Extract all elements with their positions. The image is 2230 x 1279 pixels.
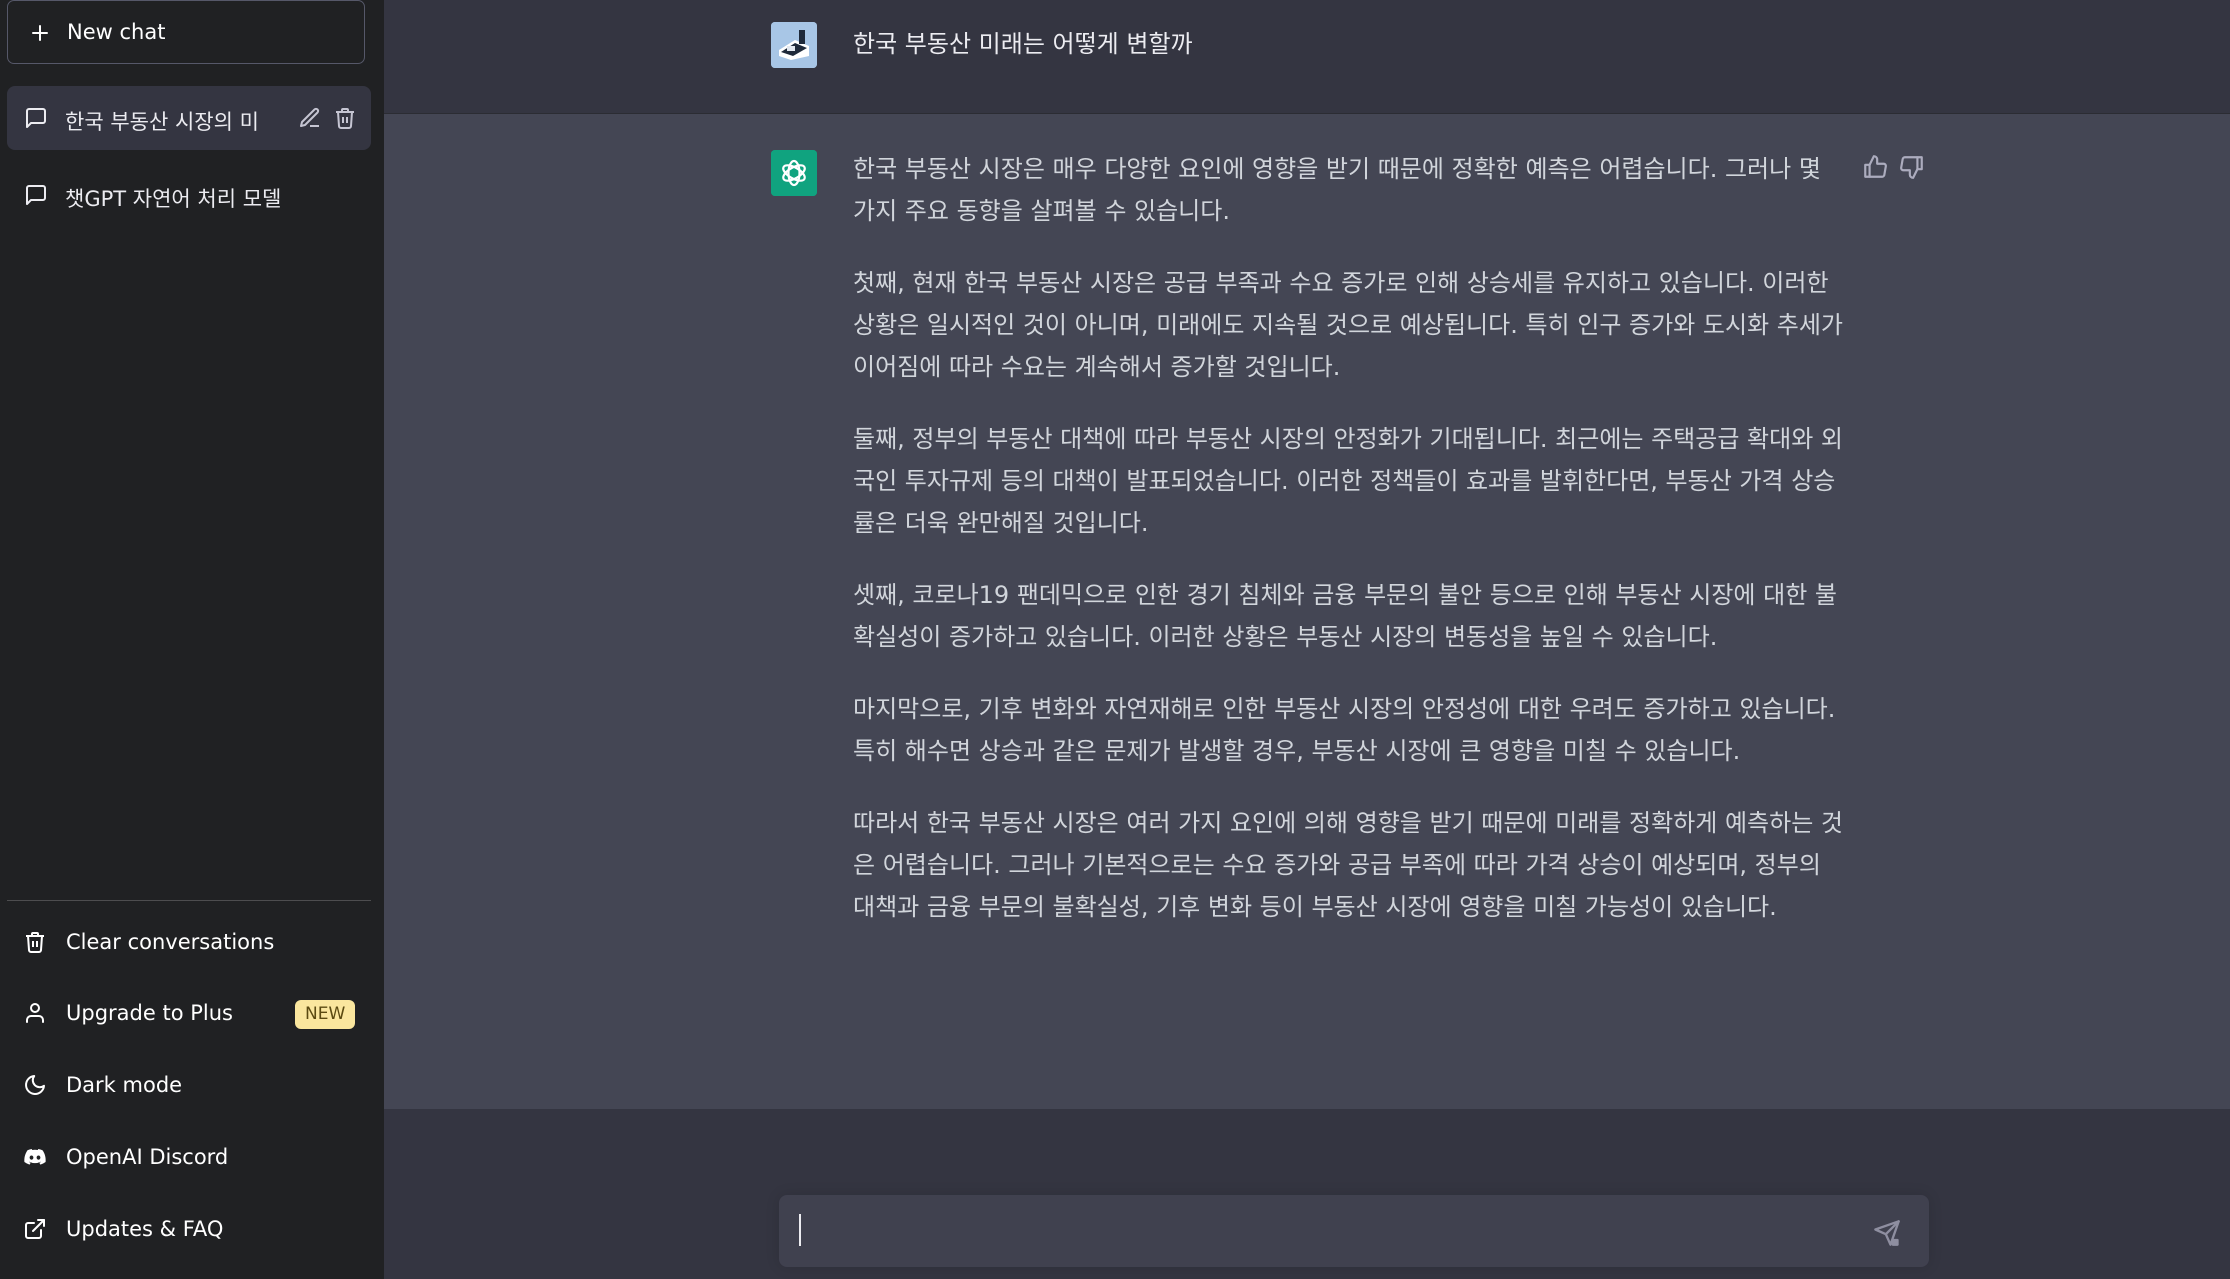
- answer-paragraph: 마지막으로, 기후 변화와 자연재해로 인한 부동산 시장의 안정성에 대한 우…: [853, 695, 1836, 765]
- user-avatar: [771, 22, 817, 68]
- openai-logo-icon: [771, 150, 817, 196]
- edit-icon[interactable]: [298, 106, 322, 130]
- external-link-icon: [25, 1219, 45, 1239]
- chat-bubble-icon: [26, 108, 46, 128]
- menu-label: Updates & FAQ: [66, 1217, 224, 1241]
- user-message-text: 한국 부동산 미래는 어떻게 변할까: [853, 30, 1193, 58]
- answer-paragraph: 한국 부동산 시장은 매우 다양한 요인에 영향을 받기 때문에 정확한 예측은…: [853, 155, 1821, 225]
- openai-discord-link[interactable]: OpenAI Discord: [7, 1129, 371, 1187]
- discord-icon: [24, 1149, 46, 1165]
- sidebar-conversation-active[interactable]: 한국 부동산 시장의 미: [7, 86, 371, 150]
- answer-paragraph: 첫째, 현재 한국 부동산 시장은 공급 부족과 수요 증가로 인해 상승세를 …: [853, 269, 1844, 381]
- assistant-message-text: 한국 부동산 시장은 매우 다양한 요인에 영향을 받기 때문에 정확한 예측은…: [853, 148, 1843, 958]
- assistant-avatar: [771, 150, 817, 196]
- thumbs-up-icon[interactable]: [1862, 154, 1888, 180]
- chat-bubble-icon: [26, 185, 46, 205]
- menu-label: Dark mode: [66, 1073, 183, 1097]
- user-avatar-icon: [771, 22, 817, 68]
- answer-paragraph: 셋째, 코로나19 팬데믹으로 인한 경기 침체와 금융 부문의 불안 등으로 …: [853, 581, 1838, 651]
- upgrade-to-plus-button[interactable]: Upgrade to Plus NEW: [7, 985, 371, 1043]
- message-composer[interactable]: [779, 1195, 1929, 1269]
- menu-label: OpenAI Discord: [66, 1145, 229, 1169]
- conversation-title: 한국 부동산 시장의 미: [65, 110, 259, 134]
- trash-icon: [26, 932, 44, 953]
- updates-faq-link[interactable]: Updates & FAQ: [7, 1201, 371, 1259]
- user-icon: [26, 1003, 44, 1023]
- thumbs-down-icon[interactable]: [1899, 154, 1925, 180]
- message-input[interactable]: [797, 1195, 1861, 1269]
- dark-mode-toggle[interactable]: Dark mode: [7, 1057, 371, 1115]
- answer-paragraph: 따라서 한국 부동산 시장은 여러 가지 요인에 의해 영향을 받기 때문에 미…: [853, 809, 1844, 921]
- trash-icon[interactable]: [333, 106, 357, 130]
- conversation-title: 챗GPT 자연어 처리 모델: [65, 187, 282, 211]
- sidebar: New chat 한국 부동산 시장의 미 챗GPT 자연어 처리 모델 Cle…: [0, 0, 384, 1279]
- menu-label: Upgrade to Plus: [66, 1001, 233, 1025]
- new-chat-label: New chat: [67, 20, 166, 44]
- assistant-message-row: 한국 부동산 시장은 매우 다양한 요인에 영향을 받기 때문에 정확한 예측은…: [384, 114, 2230, 1109]
- user-message-row: 한국 부동산 미래는 어떻게 변할까: [384, 0, 2230, 114]
- chat-main: 한국 부동산 미래는 어떻게 변할까 한국 부동산 시장은 매우 다양한 요인에…: [384, 0, 2230, 1279]
- new-chat-button[interactable]: New chat: [7, 0, 365, 64]
- sidebar-divider: [7, 900, 371, 901]
- answer-paragraph: 둘째, 정부의 부동산 대책에 따라 부동산 시장의 안정화가 기대됩니다. 최…: [853, 425, 1844, 537]
- menu-label: Clear conversations: [66, 930, 275, 954]
- new-badge: NEW: [295, 1000, 356, 1029]
- clear-conversations-button[interactable]: Clear conversations: [7, 914, 371, 972]
- moon-icon: [25, 1075, 45, 1095]
- send-icon[interactable]: [1873, 1219, 1901, 1247]
- plus-icon: [32, 25, 48, 41]
- sidebar-conversation[interactable]: 챗GPT 자연어 처리 모델: [7, 163, 371, 227]
